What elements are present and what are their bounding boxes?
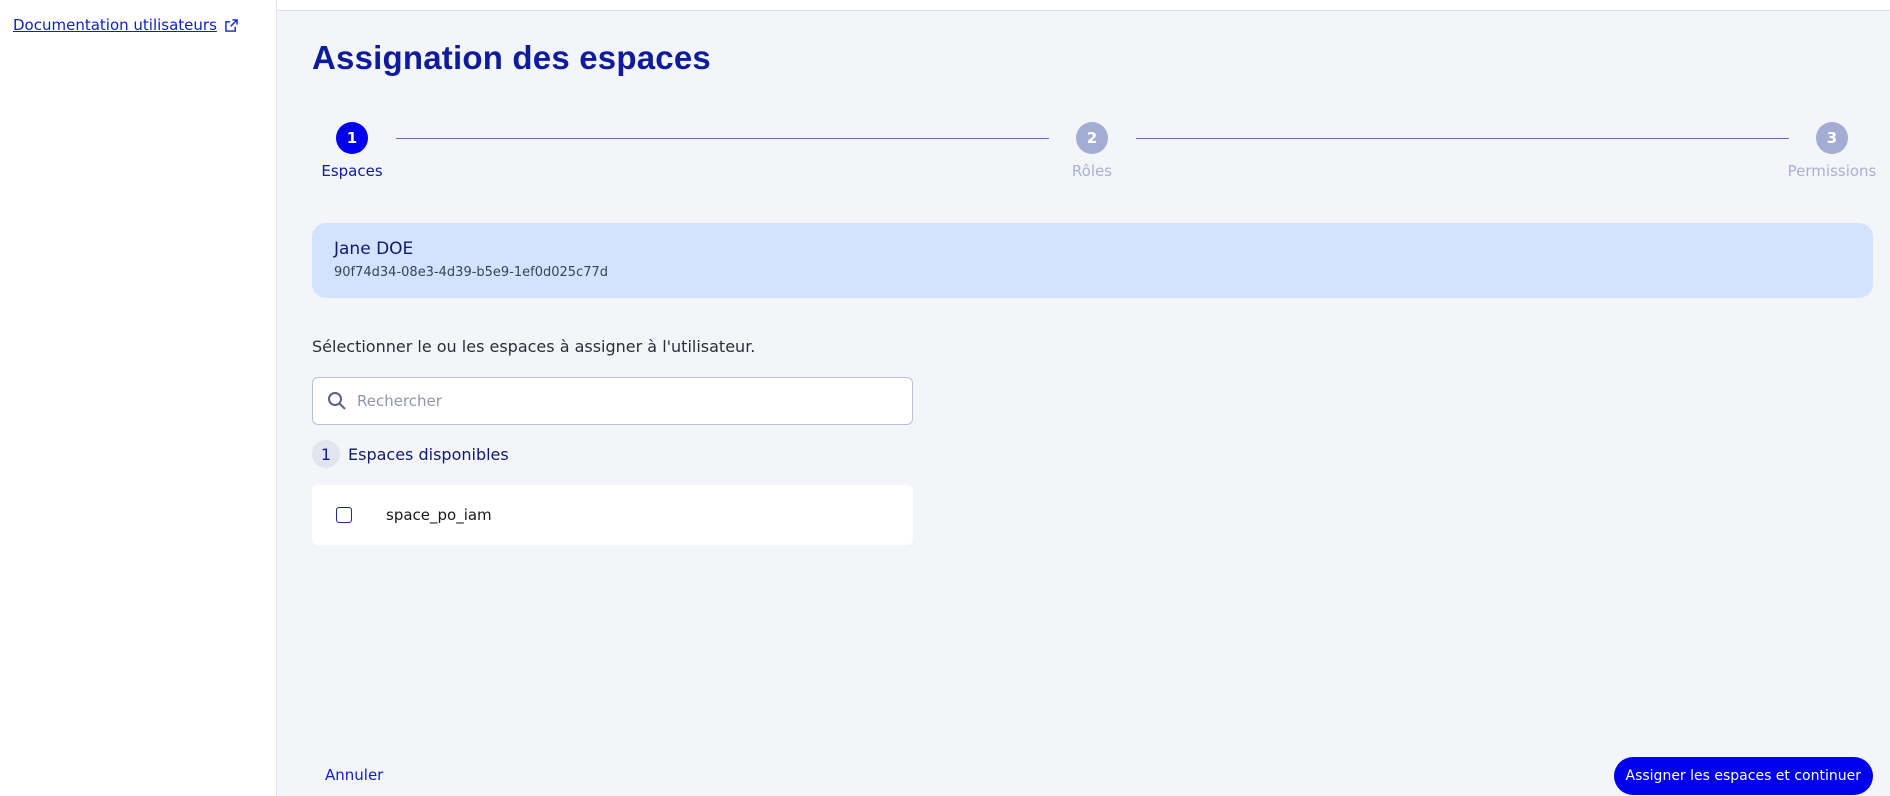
page-title: Assignation des espaces [312,39,711,76]
list-item[interactable]: space_po_iam [312,485,913,545]
sidebar: Documentation utilisateurs [0,0,277,796]
external-link-icon [225,18,238,32]
user-name: Jane DOE [334,239,414,259]
search-icon [327,391,347,411]
instructions-text: Sélectionner le ou les espaces à assigne… [312,337,756,356]
documentation-link[interactable]: Documentation utilisateurs [13,16,238,34]
cancel-button[interactable]: Annuler [325,766,383,784]
step-label: Permissions [1787,162,1877,180]
step-roles[interactable]: 2 Rôles [1052,122,1132,180]
step-espaces[interactable]: 1 Espaces [312,122,392,180]
step-number: 2 [1076,122,1108,154]
available-spaces-label: Espaces disponibles [348,444,509,464]
app: Documentation utilisateurs Assignation d… [0,0,1890,796]
space-name: space_po_iam [386,506,492,524]
user-card: Jane DOE 90f74d34-08e3-4d39-b5e9-1ef0d02… [312,223,1873,298]
available-spaces-header: 1 Espaces disponibles [312,440,509,468]
step-number: 1 [336,122,368,154]
stepper: 1 Espaces 2 Rôles 3 Permissions [312,122,1876,182]
assign-spaces-button[interactable]: Assigner les espaces et continuer [1613,757,1873,795]
step-number: 3 [1816,122,1848,154]
available-count-badge: 1 [312,440,340,468]
space-list: space_po_iam [312,485,913,545]
main-content: Assignation des espaces 1 Espaces 2 Rôle… [277,10,1890,796]
step-permissions[interactable]: 3 Permissions [1788,122,1876,180]
documentation-link-label: Documentation utilisateurs [13,16,217,34]
step-label: Rôles [1071,162,1113,180]
user-id: 90f74d34-08e3-4d39-b5e9-1ef0d025c77d [334,265,609,280]
search-input[interactable] [357,392,897,410]
space-checkbox[interactable] [336,507,352,523]
search-box[interactable] [312,377,913,425]
step-label: Espaces [321,162,383,180]
stepper-line-1 [396,138,1049,139]
stepper-line-2 [1136,138,1789,139]
